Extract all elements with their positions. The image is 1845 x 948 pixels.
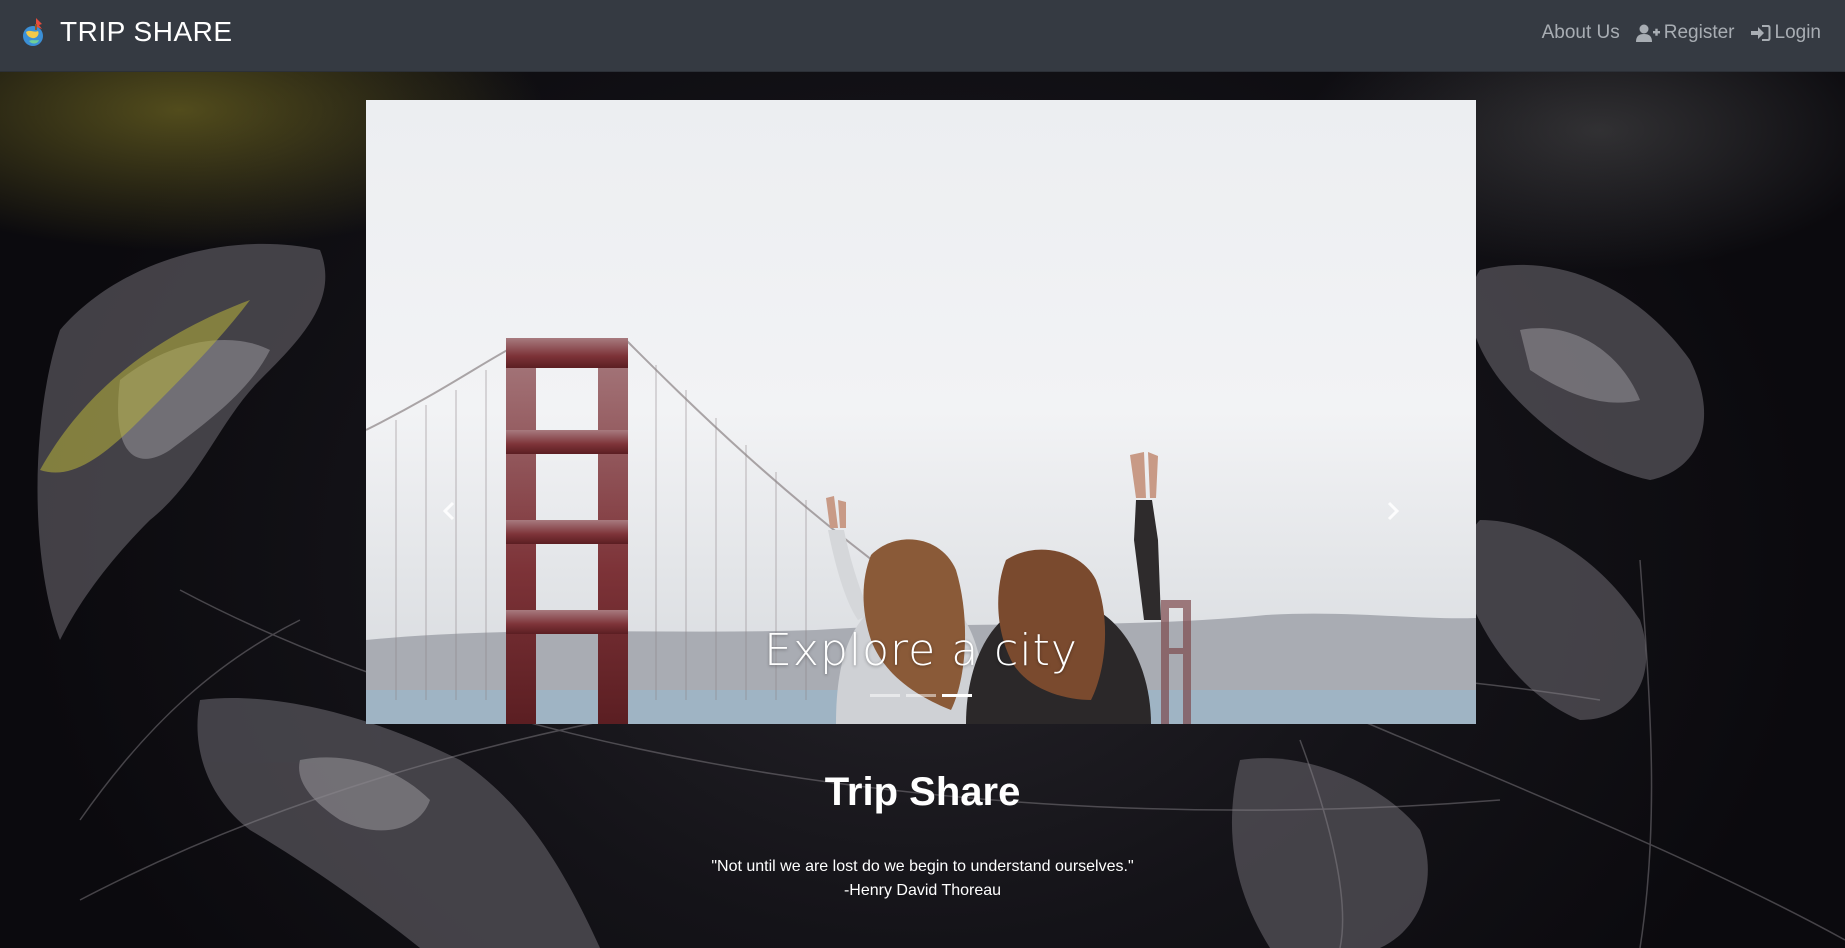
carousel-prev-button[interactable] xyxy=(434,496,464,526)
nav-login-label: Login xyxy=(1774,22,1822,43)
user-plus-icon xyxy=(1635,24,1660,42)
quote-block: "Not until we are lost do we begin to un… xyxy=(0,855,1845,903)
image-carousel: Explore a city xyxy=(366,100,1476,724)
nav-about-us-label: About Us xyxy=(1541,22,1620,43)
nav-links: About Us Register Login xyxy=(1526,22,1821,44)
top-navbar: TRIP SHARE About Us Register Login xyxy=(0,0,1845,72)
nav-about-us-link[interactable]: About Us xyxy=(1542,22,1620,44)
page-title: Trip Share xyxy=(824,770,1021,814)
carousel-indicator-1[interactable] xyxy=(870,694,900,697)
nav-login-link[interactable]: Login xyxy=(1750,22,1822,44)
nav-register-link[interactable]: Register xyxy=(1635,22,1735,44)
carousel-indicator-2[interactable] xyxy=(906,694,936,697)
globe-logo-icon xyxy=(23,18,43,46)
brand-name: TRIP SHARE xyxy=(60,16,233,47)
sign-in-icon xyxy=(1750,25,1770,41)
quote-author: -Henry David Thoreau xyxy=(843,882,1002,899)
carousel-indicators xyxy=(366,694,1476,697)
chevron-right-icon xyxy=(1387,501,1400,521)
carousel-next-button[interactable] xyxy=(1378,496,1408,526)
quote-text: "Not until we are lost do we begin to un… xyxy=(711,858,1134,875)
carousel-indicator-3[interactable] xyxy=(942,694,972,697)
nav-register-label: Register xyxy=(1663,22,1735,43)
carousel-caption: Explore a city xyxy=(764,625,1078,676)
brand-link[interactable]: TRIP SHARE xyxy=(20,12,233,52)
chevron-left-icon xyxy=(442,501,455,521)
